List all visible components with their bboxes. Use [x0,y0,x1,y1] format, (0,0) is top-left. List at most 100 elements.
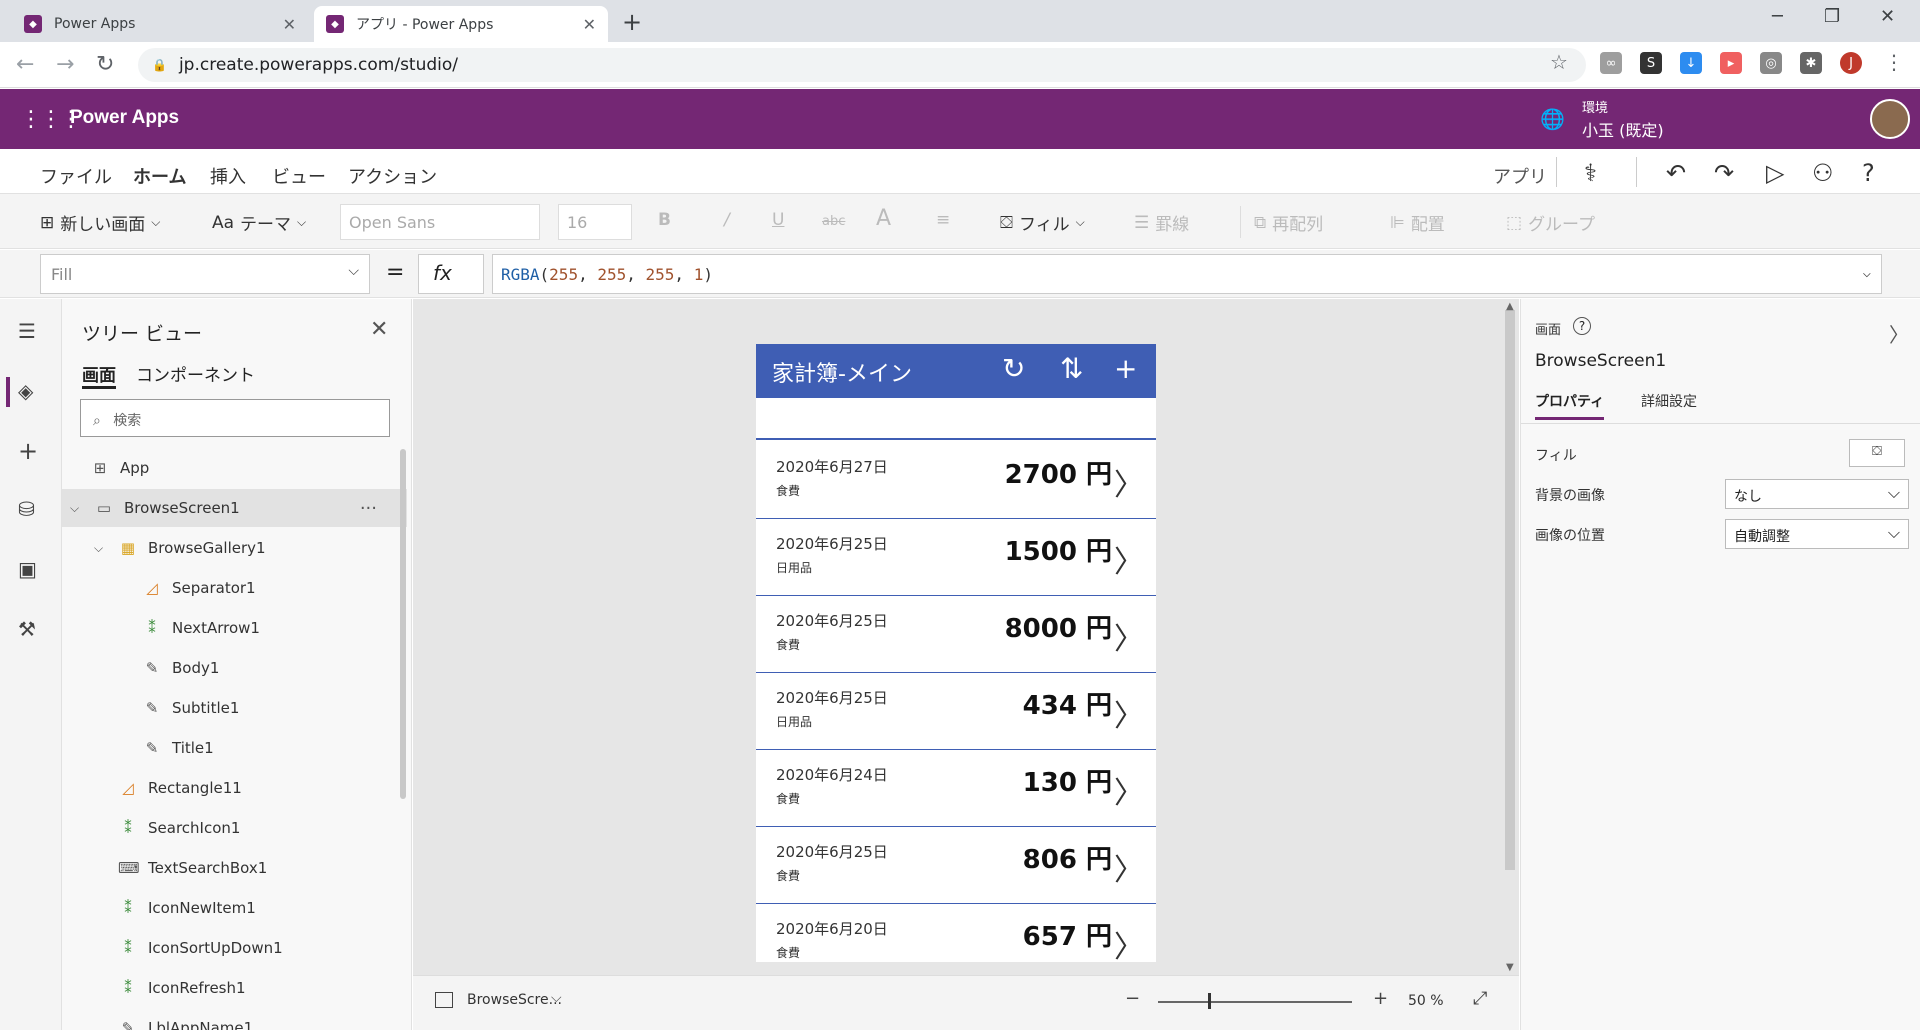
url-field[interactable]: 🔒 jp.create.powerapps.com/studio/ [138,48,1586,82]
chevron-right-icon[interactable]: 〉 [1114,460,1144,504]
formula-input[interactable]: RGBA(255, 255, 255, 1) ⌵ [492,254,1882,294]
align-text-icon[interactable]: ≡ [936,210,950,230]
align-button[interactable]: ⊫ 配置 [1390,210,1445,236]
chevron-down-icon[interactable]: ⌵ [70,501,84,516]
close-icon[interactable]: ✕ [583,15,596,34]
tree-node-iconrefresh1[interactable]: ⁑ IconRefresh1 [62,969,407,1007]
minimize-icon[interactable]: ─ [1772,6,1783,27]
help-icon[interactable]: ? [1862,159,1875,187]
chevron-down-icon[interactable]: ⌵ [551,990,562,1006]
tree-node-textsearchbox1[interactable]: ⌨ TextSearchBox1 [62,849,407,887]
list-item[interactable]: 2020年6月24日 食費 130 円 〉 [756,750,1156,827]
chevron-right-icon[interactable]: 〉 [1114,691,1144,735]
tree-node-app[interactable]: ⊞ App [62,449,407,487]
screen-selector[interactable]: BrowseScre... [467,992,562,1008]
fill-button[interactable]: ⛋ フィル ⌵ [1000,210,1085,236]
data-icon[interactable]: ⛁ [18,497,35,521]
scroll-down-icon[interactable]: ▼ [1506,962,1514,973]
menu-view[interactable]: ビュー [272,163,326,189]
download-icon[interactable]: ↓ [1680,52,1702,74]
close-icon[interactable]: ✕ [283,15,296,34]
menu-insert[interactable]: 挿入 [210,163,246,189]
strikethrough-icon[interactable]: abc [822,214,845,229]
window-close-icon[interactable]: ✕ [1880,6,1895,27]
font-color-icon[interactable]: A [876,206,891,231]
chevron-right-icon[interactable]: 〉 [1114,922,1144,962]
forward-icon[interactable]: → [56,52,74,77]
avatar[interactable] [1870,99,1910,139]
tab-screens[interactable]: 画面 [82,361,116,389]
chevron-down-icon[interactable]: ⌵ [1863,265,1871,281]
chat-icon[interactable]: ◎ [1760,52,1782,74]
tab-advanced[interactable]: 詳細設定 [1641,391,1697,411]
chevron-right-icon[interactable]: 〉 [1114,845,1144,889]
font-select[interactable]: Open Sans [340,204,540,240]
refresh-icon[interactable]: ↻ [1002,352,1025,385]
tree-node-subtitle1[interactable]: ✎ Subtitle1 [62,689,407,727]
add-icon[interactable]: + [18,437,38,465]
theme-button[interactable]: Aa テーマ ⌵ [212,210,306,236]
tab-components[interactable]: コンポーネント [136,361,255,386]
collapse-panel-icon[interactable]: 〉 [1889,319,1909,348]
tree-node-browsegallery1[interactable]: ⌵ ▦ BrowseGallery1 [62,529,407,567]
browser-tab-2[interactable]: ◆ アプリ - Power Apps ✕ [314,6,608,42]
app-screen-preview[interactable]: 家計簿-メイン ↻ ⇅ + 2020年6月27日 食費 2700 円 〉 202… [756,344,1156,962]
tree-node-separator1[interactable]: ◿ Separator1 [62,569,407,607]
bold-icon[interactable]: B [658,210,671,230]
group-button[interactable]: ⬚ グループ [1506,210,1595,236]
fill-color-picker[interactable]: ⛋ [1849,439,1905,467]
underline-icon[interactable]: U [772,210,784,230]
tree-node-nextarrow1[interactable]: ⁑ NextArrow1 [62,609,407,647]
font-size-select[interactable]: 16 [558,204,632,240]
new-screen-button[interactable]: ⊞ 新しい画面 ⌵ [40,210,160,236]
tree-node-iconsortupdown1[interactable]: ⁑ IconSortUpDown1 [62,929,407,967]
list-item[interactable]: 2020年6月27日 食費 2700 円 〉 [756,442,1156,519]
list-item[interactable]: 2020年6月20日 食費 657 円 〉 [756,904,1156,962]
play-icon[interactable]: ▷ [1766,159,1784,187]
sort-icon[interactable]: ⇅ [1060,352,1083,385]
layers-icon[interactable]: ◈ [18,379,33,403]
media-icon[interactable]: ▣ [18,557,37,581]
selenium-icon[interactable]: S [1640,52,1662,74]
more-icon[interactable]: ⋮ [1884,50,1904,74]
reorder-button[interactable]: ⧉ 再配列 [1254,210,1323,236]
hamburger-icon[interactable]: ☰ [18,319,36,343]
scroll-up-icon[interactable]: ▲ [1506,301,1514,312]
fit-to-window-icon[interactable]: ⤢ [1473,988,1487,1009]
image-position-select[interactable]: 自動調整 ⌵ [1725,519,1909,549]
back-icon[interactable]: ← [16,52,34,77]
tree-node-rectangle11[interactable]: ◿ Rectangle11 [62,769,407,807]
zoom-slider-thumb[interactable] [1208,993,1211,1009]
canvas-scrollbar[interactable] [1505,310,1515,870]
tree-node-browsescreen1[interactable]: ⌵ ▭ BrowseScreen1 ··· [62,489,407,527]
extension-icon[interactable]: ∞ [1600,52,1622,74]
close-icon[interactable]: ✕ [370,317,388,342]
share-user-icon[interactable]: ⚇ [1812,159,1834,187]
tree-node-title1[interactable]: ✎ Title1 [62,729,407,767]
reload-icon[interactable]: ↻ [96,52,114,77]
menu-action[interactable]: アクション [348,163,437,189]
puzzle-icon[interactable]: ✱ [1800,52,1822,74]
property-select[interactable]: Fill ⌵ [40,254,370,294]
border-button[interactable]: ☰ 罫線 [1134,210,1189,236]
tree-node-body1[interactable]: ✎ Body1 [62,649,407,687]
add-icon[interactable]: + [1114,352,1137,385]
undo-icon[interactable]: ↶ [1666,159,1686,187]
bg-image-select[interactable]: なし ⌵ [1725,479,1909,509]
chevron-right-icon[interactable]: 〉 [1114,768,1144,812]
new-tab-icon[interactable]: + [622,8,642,36]
fx-button[interactable]: fx [418,254,484,294]
list-item[interactable]: 2020年6月25日 食費 806 円 〉 [756,827,1156,904]
zoom-in-icon[interactable]: + [1373,988,1388,1009]
star-icon[interactable]: ☆ [1550,50,1568,74]
app-menu[interactable]: アプリ [1493,163,1547,189]
search-box[interactable] [756,398,1156,440]
tree-node-lblappname1[interactable]: ✎ LblAppName1 [62,1009,407,1030]
zoom-out-icon[interactable]: − [1125,988,1140,1009]
menu-file[interactable]: ファイル [40,163,112,189]
environment-value[interactable]: 小玉 (既定) [1582,117,1664,141]
list-item[interactable]: 2020年6月25日 食費 8000 円 〉 [756,596,1156,673]
tree-node-iconnewitem1[interactable]: ⁑ IconNewItem1 [62,889,407,927]
tree-scrollbar[interactable] [400,449,406,799]
profile-icon[interactable]: J [1840,52,1862,74]
